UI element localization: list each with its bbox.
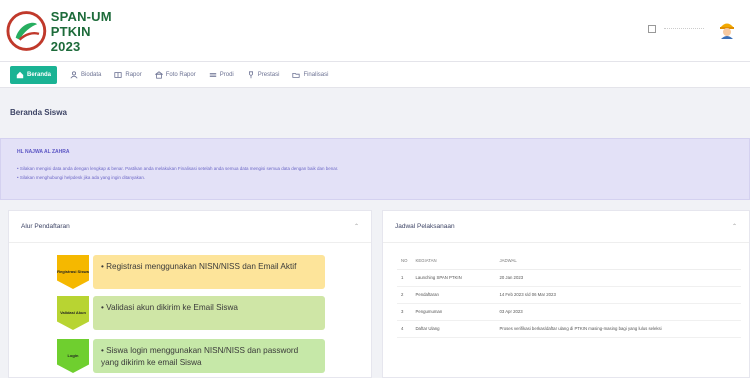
nav-label: Rapor — [125, 71, 142, 78]
collapse-icon[interactable]: ⌃ — [354, 223, 359, 230]
nav-label: Foto Rapor — [165, 71, 196, 78]
person-icon — [70, 70, 78, 78]
nav-beranda[interactable]: Beranda — [10, 65, 58, 84]
app-logo[interactable]: SPAN-UM PTKIN 2023 — [6, 6, 122, 56]
flow-step-3: Login • Siswa login menggunakan NISN/NIS… — [57, 339, 325, 373]
info-line-2: • Silakan menghubungi helpdesk jika ada … — [17, 175, 146, 180]
cell-jadwal: 20 Jan 2023 — [495, 269, 741, 287]
table-header-row: NO KEGIATAN JADWAL — [397, 255, 741, 270]
nav-label: Beranda — [27, 71, 52, 78]
main-nav: Beranda Biodata Rapor Foto Rapor Prodi P… — [0, 62, 750, 88]
nav-prestasi[interactable]: Prestasi — [247, 66, 280, 84]
card-header: Jadwal Pelaksanaan ⌃ — [383, 211, 749, 243]
table-row: 4 Daftar Ulang Proses verifikasi berkas/… — [397, 320, 741, 338]
user-area — [648, 18, 738, 40]
cell-no: 4 — [397, 320, 412, 338]
column-header: KEGIATAN — [411, 255, 496, 270]
info-alert: HL NAJWA AL ZAHRA • Silakan mengisi data… — [0, 138, 750, 200]
logo-line-1: SPAN-UM — [50, 8, 112, 24]
table-row: 1 Launching SPAN PTKIN 20 Jan 2023 — [397, 269, 741, 287]
notification-icon[interactable] — [648, 25, 656, 33]
flow-tag: Login — [57, 339, 89, 373]
table-row: 3 Pengumuman 03 Apr 2023 — [397, 303, 741, 321]
avatar[interactable] — [716, 18, 738, 40]
logo-line-2: PTKIN 2023 — [50, 23, 91, 54]
cell-no: 3 — [397, 303, 412, 321]
flow-text: • Registrasi menggunakan NISN/NISS dan E… — [93, 255, 325, 289]
cell-jadwal: Proses verifikasi berkas/daftar ulang di… — [495, 320, 741, 338]
column-header: JADWAL — [495, 255, 741, 270]
trophy-icon — [248, 70, 253, 78]
building-icon — [154, 70, 163, 79]
nav-label: Biodata — [81, 71, 102, 78]
alur-pendaftaran-card: Alur Pendaftaran ⌃ Registrasi Siswa • Re… — [8, 210, 372, 378]
home-icon — [16, 71, 24, 78]
nav-foto-rapor[interactable]: Foto Rapor — [154, 66, 196, 84]
info-line-1: • Silakan mengisi data anda dengan lengk… — [17, 166, 339, 171]
flow-tag: Registrasi Siswa — [57, 255, 89, 289]
nav-biodata[interactable]: Biodata — [70, 66, 101, 84]
jadwal-pelaksanaan-card: Jadwal Pelaksanaan ⌃ NO KEGIATAN JADWAL … — [382, 210, 750, 378]
folder-icon — [292, 72, 301, 78]
cell-no: 1 — [397, 269, 412, 287]
card-header: Alur Pendaftaran ⌃ — [9, 211, 371, 243]
nav-prodi[interactable]: Prodi — [209, 66, 234, 84]
flow-text: • Siswa login menggunakan NISN/NISS dan … — [93, 339, 325, 373]
student-name: HL NAJWA AL ZAHRA — [17, 149, 70, 155]
flow-tag: Validasi Akun — [57, 296, 89, 330]
table-row: 2 Pendaftaran 14 Feb 2023 s/d 06 Mar 202… — [397, 286, 741, 304]
nav-label: Prodi — [219, 71, 234, 78]
cell-kegiatan: Daftar Ulang — [411, 320, 496, 338]
logo-emblem-icon — [6, 11, 47, 51]
nav-label: Finalisasi — [303, 71, 329, 78]
cell-jadwal: 03 Apr 2023 — [495, 303, 741, 321]
column-header: NO — [397, 255, 412, 270]
nav-label: Prestasi — [257, 71, 280, 78]
cell-jadwal: 14 Feb 2023 s/d 06 Mar 2023 — [495, 286, 741, 304]
collapse-icon[interactable]: ⌃ — [732, 223, 737, 230]
book-icon — [114, 71, 122, 78]
cell-kegiatan: Pendaftaran — [411, 286, 496, 304]
card-title: Alur Pendaftaran — [21, 223, 70, 230]
nav-rapor[interactable]: Rapor — [114, 66, 142, 84]
jadwal-table: NO KEGIATAN JADWAL 1 Launching SPAN PTKI… — [397, 255, 741, 338]
cell-kegiatan: Launching SPAN PTKIN — [411, 269, 496, 287]
list-icon — [209, 72, 216, 77]
flow-step-2: Validasi Akun • Validasi akun dikirim ke… — [57, 296, 325, 330]
flow-step-1: Registrasi Siswa • Registrasi menggunaka… — [57, 255, 325, 289]
cell-no: 2 — [397, 286, 412, 304]
page-title: Beranda Siswa — [10, 108, 67, 117]
nav-finalisasi[interactable]: Finalisasi — [292, 66, 328, 84]
card-title: Jadwal Pelaksanaan — [395, 223, 455, 230]
logo-text: SPAN-UM PTKIN 2023 — [51, 9, 122, 54]
top-bar: SPAN-UM PTKIN 2023 — [0, 0, 750, 62]
flow-text: • Validasi akun dikirim ke Email Siswa — [93, 296, 325, 330]
cell-kegiatan: Pengumuman — [411, 303, 496, 321]
user-name-placeholder — [664, 27, 704, 31]
